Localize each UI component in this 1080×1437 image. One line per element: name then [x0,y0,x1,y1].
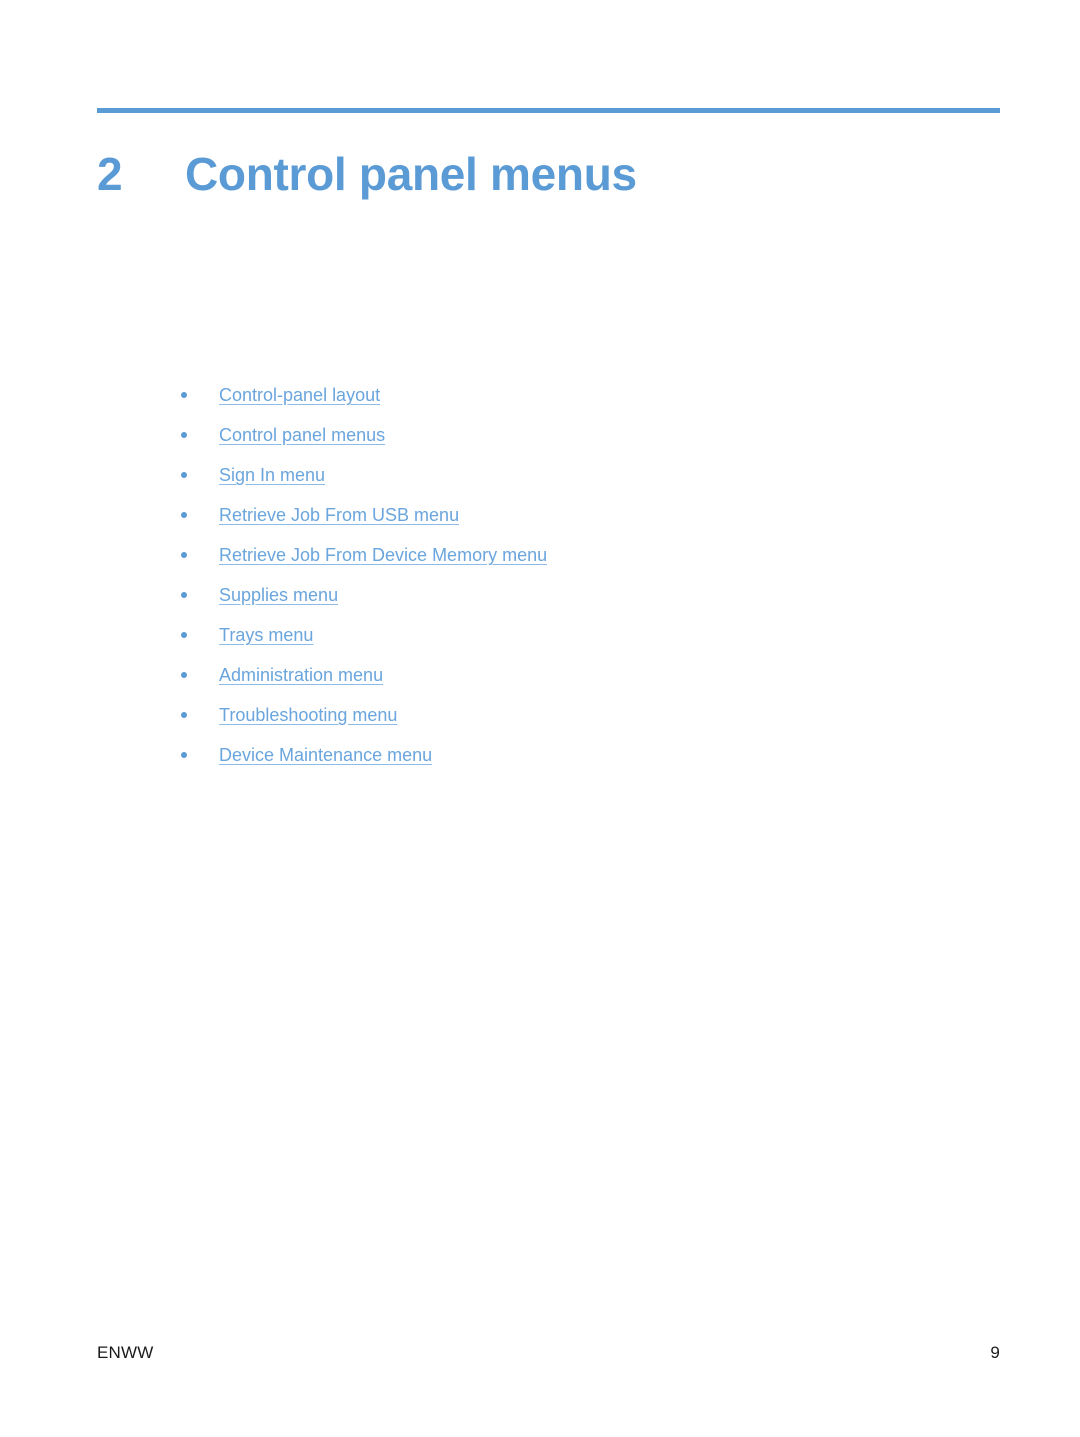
footer-locale-label: ENWW [97,1343,154,1362]
bullet-icon [181,752,187,758]
list-item: Retrieve Job From USB menu [177,495,937,535]
list-item: Trays menu [177,615,937,655]
toc-link-control-panel-menus[interactable]: Control panel menus [219,425,385,445]
bullet-icon [181,512,187,518]
toc-link-troubleshooting-menu[interactable]: Troubleshooting menu [219,705,397,725]
chapter-heading-rule [97,108,1000,113]
chapter-number: 2 [97,147,123,200]
toc-link-device-maintenance-menu[interactable]: Device Maintenance menu [219,745,432,765]
toc-link-supplies-menu[interactable]: Supplies menu [219,585,338,605]
bullet-icon [181,672,187,678]
toc-link-retrieve-job-from-device-memory-menu[interactable]: Retrieve Job From Device Memory menu [219,545,547,565]
page-footer: ENWW 9 [97,1343,1000,1363]
bullet-icon [181,592,187,598]
page-number: 9 [990,1343,1000,1362]
list-item: Retrieve Job From Device Memory menu [177,535,937,575]
chapter-title: Control panel menus [185,147,637,200]
toc-link-sign-in-menu[interactable]: Sign In menu [219,465,325,485]
document-page: 2 Control panel menus Control-panel layo… [0,0,1080,1437]
bullet-icon [181,392,187,398]
list-item: Device Maintenance menu [177,735,937,775]
list-item: Administration menu [177,655,937,695]
toc-link-trays-menu[interactable]: Trays menu [219,625,313,645]
bullet-icon [181,432,187,438]
list-item: Troubleshooting menu [177,695,937,735]
list-item: Sign In menu [177,455,937,495]
toc-link-control-panel-layout[interactable]: Control-panel layout [219,385,380,405]
bullet-icon [181,472,187,478]
bullet-icon [181,632,187,638]
toc-link-administration-menu[interactable]: Administration menu [219,665,383,685]
chapter-toc-list: Control-panel layout Control panel menus… [177,375,937,775]
toc-link-retrieve-job-from-usb-menu[interactable]: Retrieve Job From USB menu [219,505,459,525]
list-item: Control panel menus [177,415,937,455]
list-item: Supplies menu [177,575,937,615]
bullet-icon [181,712,187,718]
bullet-icon [181,552,187,558]
page-title: 2 Control panel menus [97,147,1000,201]
list-item: Control-panel layout [177,375,937,415]
